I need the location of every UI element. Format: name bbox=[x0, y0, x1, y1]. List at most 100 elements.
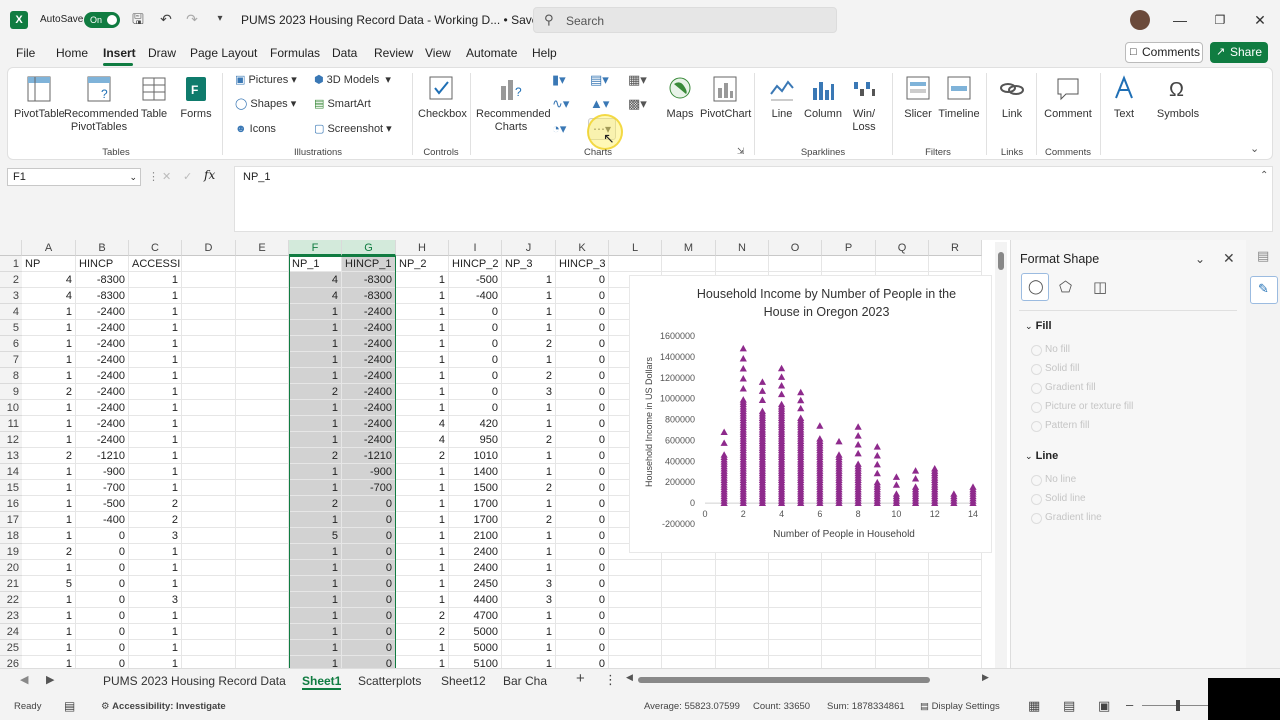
cell[interactable] bbox=[236, 352, 289, 368]
cell[interactable]: 1 bbox=[129, 432, 182, 448]
cell[interactable] bbox=[716, 592, 769, 608]
cell[interactable] bbox=[182, 384, 236, 400]
recommended-pivottables-button[interactable]: ? Recommended PivotTables bbox=[64, 74, 139, 134]
cell[interactable]: 2 bbox=[129, 496, 182, 512]
cell[interactable] bbox=[236, 640, 289, 656]
cell[interactable]: 0 bbox=[76, 624, 129, 640]
cell[interactable]: 1 bbox=[22, 304, 76, 320]
zoom-slider-thumb[interactable] bbox=[1176, 700, 1180, 711]
cell[interactable] bbox=[769, 256, 822, 272]
cell[interactable]: 1 bbox=[289, 544, 342, 560]
cell[interactable]: 1400 bbox=[449, 464, 502, 480]
row-header[interactable]: 12 bbox=[0, 432, 22, 448]
cell[interactable]: 1 bbox=[129, 576, 182, 592]
line-chart-icon[interactable]: ∿▾ bbox=[552, 96, 569, 112]
row-header[interactable]: 21 bbox=[0, 576, 22, 592]
cell[interactable]: 1 bbox=[502, 560, 556, 576]
sheet-tab[interactable]: Scatterplots bbox=[358, 672, 421, 690]
effects-tab-icon[interactable]: ⬠ bbox=[1059, 278, 1072, 296]
sheet-tab[interactable]: Bar Cha bbox=[503, 672, 547, 690]
cell[interactable] bbox=[236, 608, 289, 624]
cell[interactable]: 0 bbox=[556, 608, 609, 624]
cell[interactable] bbox=[236, 432, 289, 448]
cell[interactable] bbox=[662, 256, 716, 272]
menu-draw[interactable]: Draw bbox=[148, 46, 176, 62]
cell[interactable]: -900 bbox=[342, 464, 396, 480]
cell[interactable]: 2 bbox=[289, 496, 342, 512]
cell[interactable]: 0 bbox=[556, 400, 609, 416]
cell[interactable]: 1 bbox=[289, 416, 342, 432]
column-header[interactable]: C bbox=[129, 240, 182, 256]
cell[interactable]: 1 bbox=[129, 656, 182, 668]
cell[interactable] bbox=[182, 592, 236, 608]
cell[interactable]: 2 bbox=[502, 512, 556, 528]
cell[interactable] bbox=[182, 432, 236, 448]
name-box[interactable]: F1 ⌄ bbox=[7, 168, 141, 186]
cell[interactable]: 1 bbox=[396, 336, 449, 352]
cell[interactable] bbox=[769, 592, 822, 608]
pictures-button[interactable]: ▣ Pictures ▾ bbox=[235, 72, 297, 88]
cell[interactable]: 0 bbox=[556, 480, 609, 496]
insert-function-icon[interactable]: fx bbox=[204, 168, 215, 182]
menu-view[interactable]: View bbox=[425, 46, 451, 62]
cell[interactable]: 1 bbox=[22, 416, 76, 432]
add-sheet-icon[interactable]: + bbox=[576, 670, 585, 687]
cell[interactable]: 0 bbox=[342, 528, 396, 544]
cell[interactable] bbox=[769, 576, 822, 592]
close-window-icon[interactable]: ✕ bbox=[1250, 10, 1270, 30]
slicer-button[interactable]: Slicer bbox=[900, 74, 936, 121]
cell[interactable]: -2400 bbox=[76, 304, 129, 320]
row-header[interactable]: 22 bbox=[0, 592, 22, 608]
document-icon[interactable]: ▤ bbox=[1257, 248, 1269, 264]
row-header[interactable]: 15 bbox=[0, 480, 22, 496]
save-icon[interactable]: 🖫 bbox=[130, 11, 146, 27]
cell[interactable] bbox=[182, 608, 236, 624]
cell[interactable] bbox=[609, 608, 662, 624]
cell[interactable]: -2400 bbox=[76, 400, 129, 416]
cell[interactable] bbox=[876, 560, 929, 576]
scroll-tabs-left-icon[interactable]: ◀ bbox=[20, 673, 28, 686]
pivottable-button[interactable]: PivotTable bbox=[14, 74, 65, 121]
zoom-slider[interactable] bbox=[1142, 700, 1208, 711]
sheet-tab[interactable]: PUMS 2023 Housing Record Data bbox=[103, 672, 286, 690]
cell[interactable]: 1700 bbox=[449, 512, 502, 528]
cell[interactable]: 2 bbox=[396, 448, 449, 464]
row-header[interactable]: 26 bbox=[0, 656, 22, 668]
cell[interactable]: 0 bbox=[342, 656, 396, 668]
cell[interactable]: -900 bbox=[76, 464, 129, 480]
combo-chart-icon[interactable]: ▩▾ bbox=[628, 96, 647, 112]
cell[interactable] bbox=[182, 320, 236, 336]
cell[interactable]: -500 bbox=[449, 272, 502, 288]
cell[interactable] bbox=[822, 592, 876, 608]
cell[interactable] bbox=[182, 656, 236, 668]
line-section-header[interactable]: ⌄ Line bbox=[1025, 450, 1058, 462]
cell[interactable]: 1 bbox=[396, 480, 449, 496]
column-header[interactable]: M bbox=[662, 240, 716, 256]
row-header[interactable]: 4 bbox=[0, 304, 22, 320]
cell[interactable] bbox=[769, 560, 822, 576]
cell[interactable]: 1 bbox=[22, 592, 76, 608]
cell[interactable]: -1210 bbox=[76, 448, 129, 464]
cell[interactable]: -2400 bbox=[76, 352, 129, 368]
cell[interactable]: -2400 bbox=[342, 320, 396, 336]
cell[interactable]: 0 bbox=[556, 416, 609, 432]
cell[interactable]: 4 bbox=[289, 272, 342, 288]
cell[interactable] bbox=[236, 528, 289, 544]
cell[interactable]: 1 bbox=[289, 656, 342, 668]
cell[interactable]: 1 bbox=[396, 496, 449, 512]
cell[interactable] bbox=[609, 592, 662, 608]
cell[interactable]: 0 bbox=[556, 640, 609, 656]
cell[interactable] bbox=[929, 608, 982, 624]
accessibility-checker[interactable]: ⚙ Accessibility: Investigate bbox=[101, 701, 226, 712]
cell[interactable] bbox=[182, 256, 236, 272]
column-header[interactable]: P bbox=[822, 240, 876, 256]
cell[interactable]: 1 bbox=[396, 528, 449, 544]
cell[interactable]: 1 bbox=[129, 272, 182, 288]
cell[interactable]: 3 bbox=[129, 592, 182, 608]
cell[interactable]: 5 bbox=[22, 576, 76, 592]
display-settings-button[interactable]: ▤ Display Settings bbox=[920, 701, 1000, 712]
cell[interactable]: 0 bbox=[556, 368, 609, 384]
cell[interactable] bbox=[876, 256, 929, 272]
cell[interactable] bbox=[182, 512, 236, 528]
shapes-button[interactable]: ◯ Shapes ▾ bbox=[235, 96, 296, 112]
